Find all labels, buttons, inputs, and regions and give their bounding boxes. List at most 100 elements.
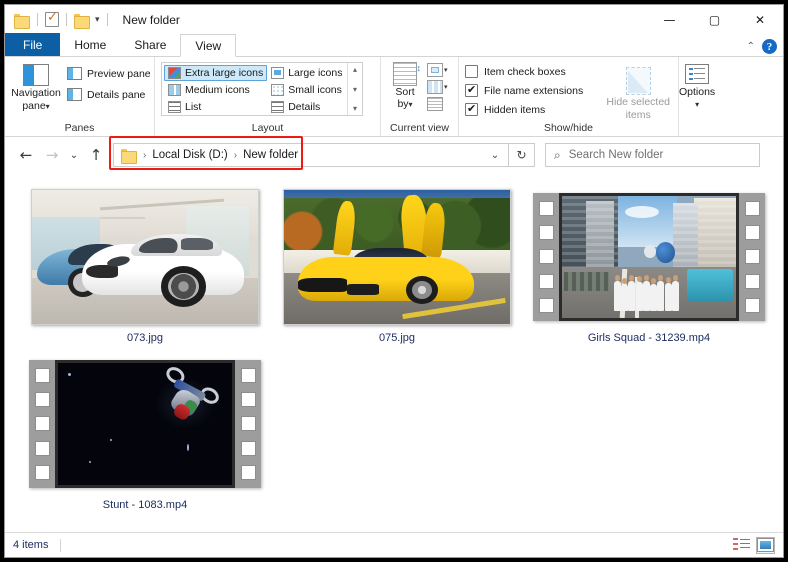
layout-option-details[interactable]: Details <box>267 99 346 115</box>
close-button[interactable]: ✕ <box>737 5 783 34</box>
list-item[interactable]: Girls Squad - 31239.mp4 <box>523 187 775 344</box>
add-columns-icon <box>427 80 443 94</box>
file-name-extensions-option[interactable]: File name extensions <box>465 83 583 97</box>
properties-checkmark-icon[interactable] <box>45 10 59 27</box>
help-icon[interactable]: ? <box>762 39 777 54</box>
options-button[interactable]: Options ▾ <box>679 59 715 109</box>
add-columns-button[interactable]: ▾ <box>427 80 448 94</box>
sort-by-button[interactable]: ↕ Sort by▾ <box>386 62 424 111</box>
list-item[interactable]: Stunt - 1083.mp4 <box>19 354 271 511</box>
layout-label: Small icons <box>288 84 342 96</box>
film-perforations-right <box>739 193 765 321</box>
new-folder-icon[interactable] <box>74 13 90 29</box>
tab-file[interactable]: File <box>5 33 61 56</box>
layout-gallery: Extra large icons Medium icons List Larg… <box>161 62 363 116</box>
breadcrumb-local-disk[interactable]: Local Disk (D:) <box>152 149 227 161</box>
ribbon-group-options: Options ▾ <box>679 57 753 136</box>
item-check-boxes-option[interactable]: Item check boxes <box>465 65 583 78</box>
layout-gallery-scrollbar[interactable]: ▴ ▾ ▾ <box>347 63 362 115</box>
divider <box>37 13 38 26</box>
folder-icon[interactable] <box>14 13 30 29</box>
search-input[interactable]: Search New folder <box>569 149 664 161</box>
size-all-columns-button[interactable] <box>427 97 448 111</box>
list-item[interactable]: 075.jpg <box>271 187 523 344</box>
window-title: New folder <box>122 12 180 27</box>
maximize-button[interactable]: ▢ <box>692 5 737 34</box>
chevron-down-icon[interactable]: ▾ <box>444 66 448 74</box>
item-check-boxes-checkbox[interactable] <box>465 65 478 78</box>
gallery-more-icon[interactable]: ▾ <box>353 104 357 113</box>
refresh-button[interactable]: ↻ <box>509 143 535 167</box>
customize-quick-access-caret[interactable]: ▾ <box>95 15 100 24</box>
layout-option-list[interactable]: List <box>164 99 267 115</box>
layout-column-right: Large icons Small icons Details <box>267 65 346 115</box>
pane-toggle-list: Preview pane Details pane <box>67 59 151 101</box>
chevron-down-icon[interactable]: ▾ <box>444 83 448 91</box>
navigation-pane-button[interactable]: Navigation pane▾ <box>5 59 67 112</box>
list-item-label: 073.jpg <box>126 332 164 344</box>
divider <box>60 538 62 552</box>
file-name-extensions-checkbox[interactable] <box>465 83 478 97</box>
scroll-down-icon[interactable]: ▾ <box>353 85 357 94</box>
details-pane-label: Details pane <box>87 88 146 101</box>
back-button[interactable]: ← <box>13 142 39 168</box>
breadcrumb-new-folder[interactable]: New folder <box>243 149 298 161</box>
address-dropdown-icon[interactable]: ⌄ <box>482 144 508 166</box>
divider <box>106 13 108 26</box>
search-icon: ⌕ <box>554 147 561 162</box>
hide-selected-items-icon <box>625 67 651 95</box>
ribbon-tab-bar: File Home Share View ⌃ ? <box>5 33 783 57</box>
list-item-label: 075.jpg <box>378 332 416 344</box>
ribbon-group-show-hide: Item check boxes File name extensions Hi… <box>459 57 679 136</box>
minimize-button[interactable]: — <box>647 5 692 34</box>
hidden-items-label: Hidden items <box>484 103 546 116</box>
list-item-label: Stunt - 1083.mp4 <box>102 499 188 511</box>
thumbnail-073[interactable] <box>31 189 259 325</box>
details-view-button[interactable] <box>732 537 751 554</box>
chevron-down-icon[interactable]: ▾ <box>695 100 699 109</box>
thumbnail-075[interactable] <box>283 189 511 325</box>
layout-option-small-icons[interactable]: Small icons <box>267 82 346 98</box>
layout-label: Details <box>288 101 321 113</box>
layout-option-medium-icons[interactable]: Medium icons <box>164 82 267 98</box>
list-item-label: Girls Squad - 31239.mp4 <box>587 332 711 344</box>
recent-locations-button[interactable]: ⌄ <box>65 142 83 168</box>
tab-share[interactable]: Share <box>120 33 180 56</box>
current-view-mini-buttons: ▾ ▾ <box>427 62 448 111</box>
preview-pane-button[interactable]: Preview pane <box>67 67 151 80</box>
view-mode-buttons <box>732 536 775 554</box>
scroll-up-icon[interactable]: ▴ <box>353 65 357 74</box>
forward-button[interactable]: → <box>39 142 65 168</box>
group-by-button[interactable]: ▾ <box>427 63 448 77</box>
hidden-items-option[interactable]: Hidden items <box>465 102 583 116</box>
thumbnail-stunt[interactable] <box>29 360 261 488</box>
layout-column-left: Extra large icons Medium icons List <box>164 65 268 115</box>
group-title-panes: Panes <box>64 122 95 134</box>
options-icon <box>685 64 710 84</box>
large-icons-view-icon <box>757 538 774 552</box>
up-button[interactable]: ↑ <box>83 142 109 168</box>
film-perforations-left <box>29 360 55 488</box>
thumbnail-girls-squad[interactable] <box>533 193 765 321</box>
layout-option-extra-large-icons[interactable]: Extra large icons <box>164 65 268 81</box>
large-icons-view-button[interactable] <box>756 536 775 554</box>
layout-option-large-icons[interactable]: Large icons <box>267 65 346 81</box>
film-perforations-right <box>235 360 261 488</box>
hidden-items-checkbox[interactable] <box>465 102 478 116</box>
details-view-icon <box>733 538 750 552</box>
details-pane-button[interactable]: Details pane <box>67 88 151 101</box>
file-list[interactable]: 073.jpg 075.jpg Girls Squad - 31239.mp4 … <box>5 173 783 532</box>
navigation-pane-label-1: Navigation <box>11 87 61 99</box>
address-field[interactable]: › Local Disk (D:) › New folder ⌄ <box>113 143 509 167</box>
breadcrumb-separator: › <box>143 149 147 161</box>
item-count: 4 items <box>13 539 49 551</box>
tab-home[interactable]: Home <box>60 33 120 56</box>
ribbon-group-panes: Navigation pane▾ Preview pane Details pa… <box>5 57 155 136</box>
small-icons-icon <box>271 84 285 96</box>
search-box[interactable]: ⌕ Search New folder <box>545 143 760 167</box>
tab-view[interactable]: View <box>180 34 237 57</box>
quick-access-toolbar: ▾ <box>5 10 115 29</box>
list-item[interactable]: 073.jpg <box>19 187 271 344</box>
sort-arrow-icon: ↕ <box>416 63 422 73</box>
collapse-ribbon-icon[interactable]: ⌃ <box>747 41 755 52</box>
